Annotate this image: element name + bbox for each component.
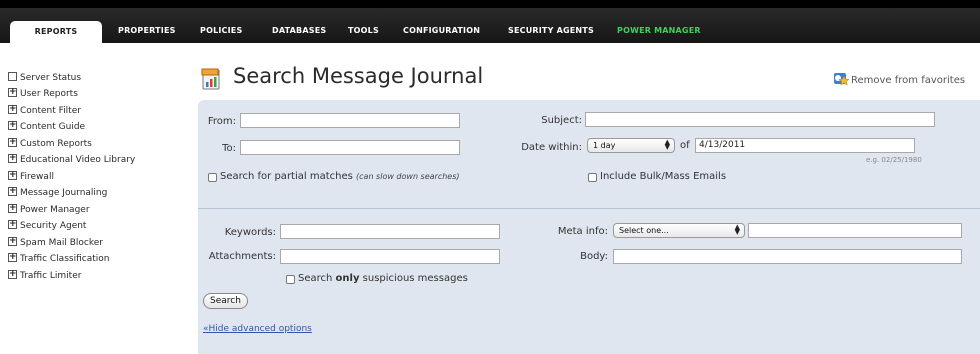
sidebar-item-firewall[interactable]: + Firewall bbox=[8, 170, 54, 184]
sidebar-item-label: Traffic Limiter bbox=[20, 271, 82, 281]
select-arrows-icon: ▲ ▼ bbox=[664, 138, 670, 151]
sidebar-item-label: Firewall bbox=[20, 172, 54, 182]
sidebar-item-server-status[interactable]: Server Status bbox=[8, 72, 81, 85]
expand-plus-icon[interactable]: + bbox=[8, 104, 17, 114]
subject-label: Subject: bbox=[541, 115, 582, 126]
keywords-label: Keywords: bbox=[224, 227, 276, 238]
sidebar-item-content-filter[interactable]: + Content Filter bbox=[8, 104, 81, 118]
from-label: From: bbox=[207, 116, 236, 127]
sidebar-item-label: Content Filter bbox=[20, 106, 81, 116]
body-input[interactable] bbox=[613, 249, 962, 264]
of-label: of bbox=[680, 140, 690, 151]
tab-policies[interactable]: POLICIES bbox=[200, 26, 242, 35]
date-hint: e.g. 02/25/1980 bbox=[866, 156, 922, 164]
search-form-panel: From: Subject: To: Date within: 1 day ▲ ▼… bbox=[198, 100, 980, 354]
tab-databases[interactable]: DATABASES bbox=[272, 26, 326, 35]
subject-input[interactable] bbox=[585, 112, 935, 127]
remove-favorites-link[interactable]: Remove from favorites bbox=[833, 72, 965, 86]
partial-match-label: Search for partial matches (can slow dow… bbox=[220, 171, 460, 182]
report-document-icon bbox=[201, 68, 220, 90]
meta-info-input[interactable] bbox=[748, 223, 962, 238]
sidebar-item-label: Security Agent bbox=[20, 221, 87, 231]
sidebar-item-custom-reports[interactable]: + Custom Reports bbox=[8, 137, 92, 151]
bulk-mail-label: Include Bulk/Mass Emails bbox=[600, 171, 727, 182]
sidebar-item-traffic-classification[interactable]: + Traffic Classification bbox=[8, 252, 110, 266]
sidebar-item-educational-video-library[interactable]: + Educational Video Library bbox=[8, 153, 136, 167]
meta-info-label: Meta info: bbox=[557, 226, 608, 237]
keywords-input[interactable] bbox=[280, 224, 500, 239]
remove-favorites-label: Remove from favorites bbox=[851, 75, 966, 86]
date-within-label: Date within: bbox=[521, 142, 582, 153]
to-label: To: bbox=[222, 143, 236, 154]
partial-match-text: Search for partial matches bbox=[220, 171, 353, 182]
sidebar-item-label: User Reports bbox=[20, 89, 78, 99]
tab-properties[interactable]: PROPERTIES bbox=[118, 26, 176, 35]
from-input[interactable] bbox=[240, 113, 460, 128]
sidebar-item-message-journaling[interactable]: + Message Journaling bbox=[8, 186, 108, 200]
expand-plus-icon[interactable]: + bbox=[8, 120, 17, 130]
partial-match-checkbox[interactable] bbox=[208, 173, 217, 182]
suspicious-only-checkbox[interactable] bbox=[286, 275, 295, 284]
suspicious-text-pre: Search bbox=[298, 273, 336, 284]
sidebar-item-spam-mail-blocker[interactable]: + Spam Mail Blocker bbox=[8, 236, 103, 250]
sidebar-item-label: Content Guide bbox=[20, 122, 86, 132]
sidebar-item-label: Server Status bbox=[20, 73, 82, 83]
top-navigation: REPORTS PROPERTIES POLICIES DATABASES TO… bbox=[0, 0, 980, 43]
to-input[interactable] bbox=[240, 140, 460, 155]
sidebar-item-security-agent[interactable]: + Security Agent bbox=[8, 219, 87, 233]
meta-info-value: Select one... bbox=[619, 226, 669, 235]
expand-plus-icon[interactable]: + bbox=[8, 269, 17, 279]
tab-security-agents[interactable]: SECURITY AGENTS bbox=[508, 26, 594, 35]
date-within-value: 1 day bbox=[593, 141, 616, 150]
attachments-input[interactable] bbox=[280, 249, 500, 264]
suspicious-text-post: suspicious messages bbox=[359, 273, 468, 284]
sidebar-item-label: Message Journaling bbox=[20, 188, 108, 198]
main-content: Search Message Journal Remove from favor… bbox=[193, 58, 980, 354]
sidebar-item-user-reports[interactable]: + User Reports bbox=[8, 87, 78, 101]
favorites-icon bbox=[834, 73, 849, 86]
checkbox-icon bbox=[8, 72, 17, 81]
sidebar-item-label: Educational Video Library bbox=[20, 155, 136, 165]
partial-match-note: (can slow down searches) bbox=[356, 172, 460, 181]
tab-reports[interactable]: REPORTS bbox=[10, 21, 102, 43]
meta-info-select[interactable]: Select one... ▲ ▼ bbox=[613, 223, 745, 238]
sidebar-item-label: Spam Mail Blocker bbox=[20, 238, 103, 248]
expand-plus-icon[interactable]: + bbox=[8, 137, 17, 147]
sidebar-item-content-guide[interactable]: + Content Guide bbox=[8, 120, 86, 134]
expand-plus-icon[interactable]: + bbox=[8, 219, 17, 229]
date-input[interactable]: 4/13/2011 bbox=[695, 138, 915, 153]
sidebar-item-label: Custom Reports bbox=[20, 139, 92, 149]
top-stripe bbox=[0, 0, 980, 8]
sidebar-item-power-manager[interactable]: + Power Manager bbox=[8, 203, 90, 217]
expand-plus-icon[interactable]: + bbox=[8, 170, 17, 180]
sidebar: Server Status + User Reports + Content Fil… bbox=[0, 43, 187, 354]
expand-plus-icon[interactable]: + bbox=[8, 236, 17, 246]
sidebar-item-label: Traffic Classification bbox=[20, 254, 110, 264]
suspicious-text-bold: only bbox=[335, 273, 360, 284]
sidebar-item-traffic-limiter[interactable]: + Traffic Limiter bbox=[8, 269, 82, 283]
attachments-label: Attachments: bbox=[208, 251, 276, 262]
expand-plus-icon[interactable]: + bbox=[8, 153, 17, 163]
date-within-select[interactable]: 1 day ▲ ▼ bbox=[587, 138, 675, 153]
tab-tools[interactable]: TOOLS bbox=[348, 26, 379, 35]
hide-advanced-options-link[interactable]: «Hide advanced options bbox=[203, 324, 312, 334]
tab-configuration[interactable]: CONFIGURATION bbox=[403, 26, 480, 35]
suspicious-only-label: Search only suspicious messages bbox=[298, 273, 468, 284]
section-divider bbox=[198, 208, 980, 209]
page-title: Search Message Journal bbox=[233, 64, 484, 88]
select-arrows-icon: ▲ ▼ bbox=[734, 223, 740, 236]
search-button[interactable]: Search bbox=[203, 293, 248, 309]
expand-plus-icon[interactable]: + bbox=[8, 186, 17, 196]
expand-plus-icon[interactable]: + bbox=[8, 87, 17, 97]
sidebar-item-label: Power Manager bbox=[20, 205, 90, 215]
expand-plus-icon[interactable]: + bbox=[8, 252, 17, 262]
body-label: Body: bbox=[580, 251, 608, 262]
tab-power-manager[interactable]: POWER MANAGER bbox=[617, 26, 701, 35]
expand-plus-icon[interactable]: + bbox=[8, 203, 17, 213]
bulk-mail-checkbox[interactable] bbox=[588, 173, 597, 182]
